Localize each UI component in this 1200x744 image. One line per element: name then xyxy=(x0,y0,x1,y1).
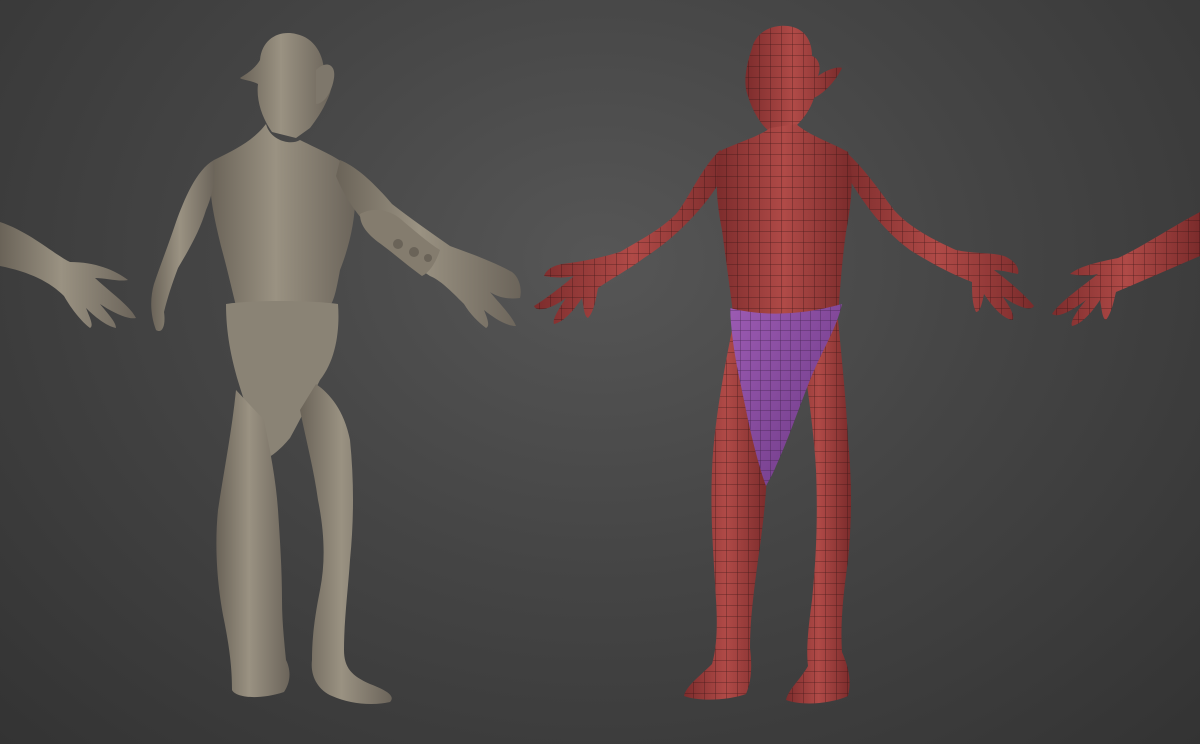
clay-sculpt-figure xyxy=(151,33,521,704)
clay-leg-right xyxy=(300,384,392,704)
topology-figure xyxy=(534,25,1034,704)
left-partial-hand-clay xyxy=(0,222,136,328)
render-scene xyxy=(0,25,1200,704)
right-partial-hand-topology xyxy=(1052,212,1200,326)
clay-ear xyxy=(316,64,335,104)
3d-viewport[interactable] xyxy=(0,0,1200,744)
clay-torso xyxy=(210,124,356,306)
clay-arm-left xyxy=(151,160,215,332)
